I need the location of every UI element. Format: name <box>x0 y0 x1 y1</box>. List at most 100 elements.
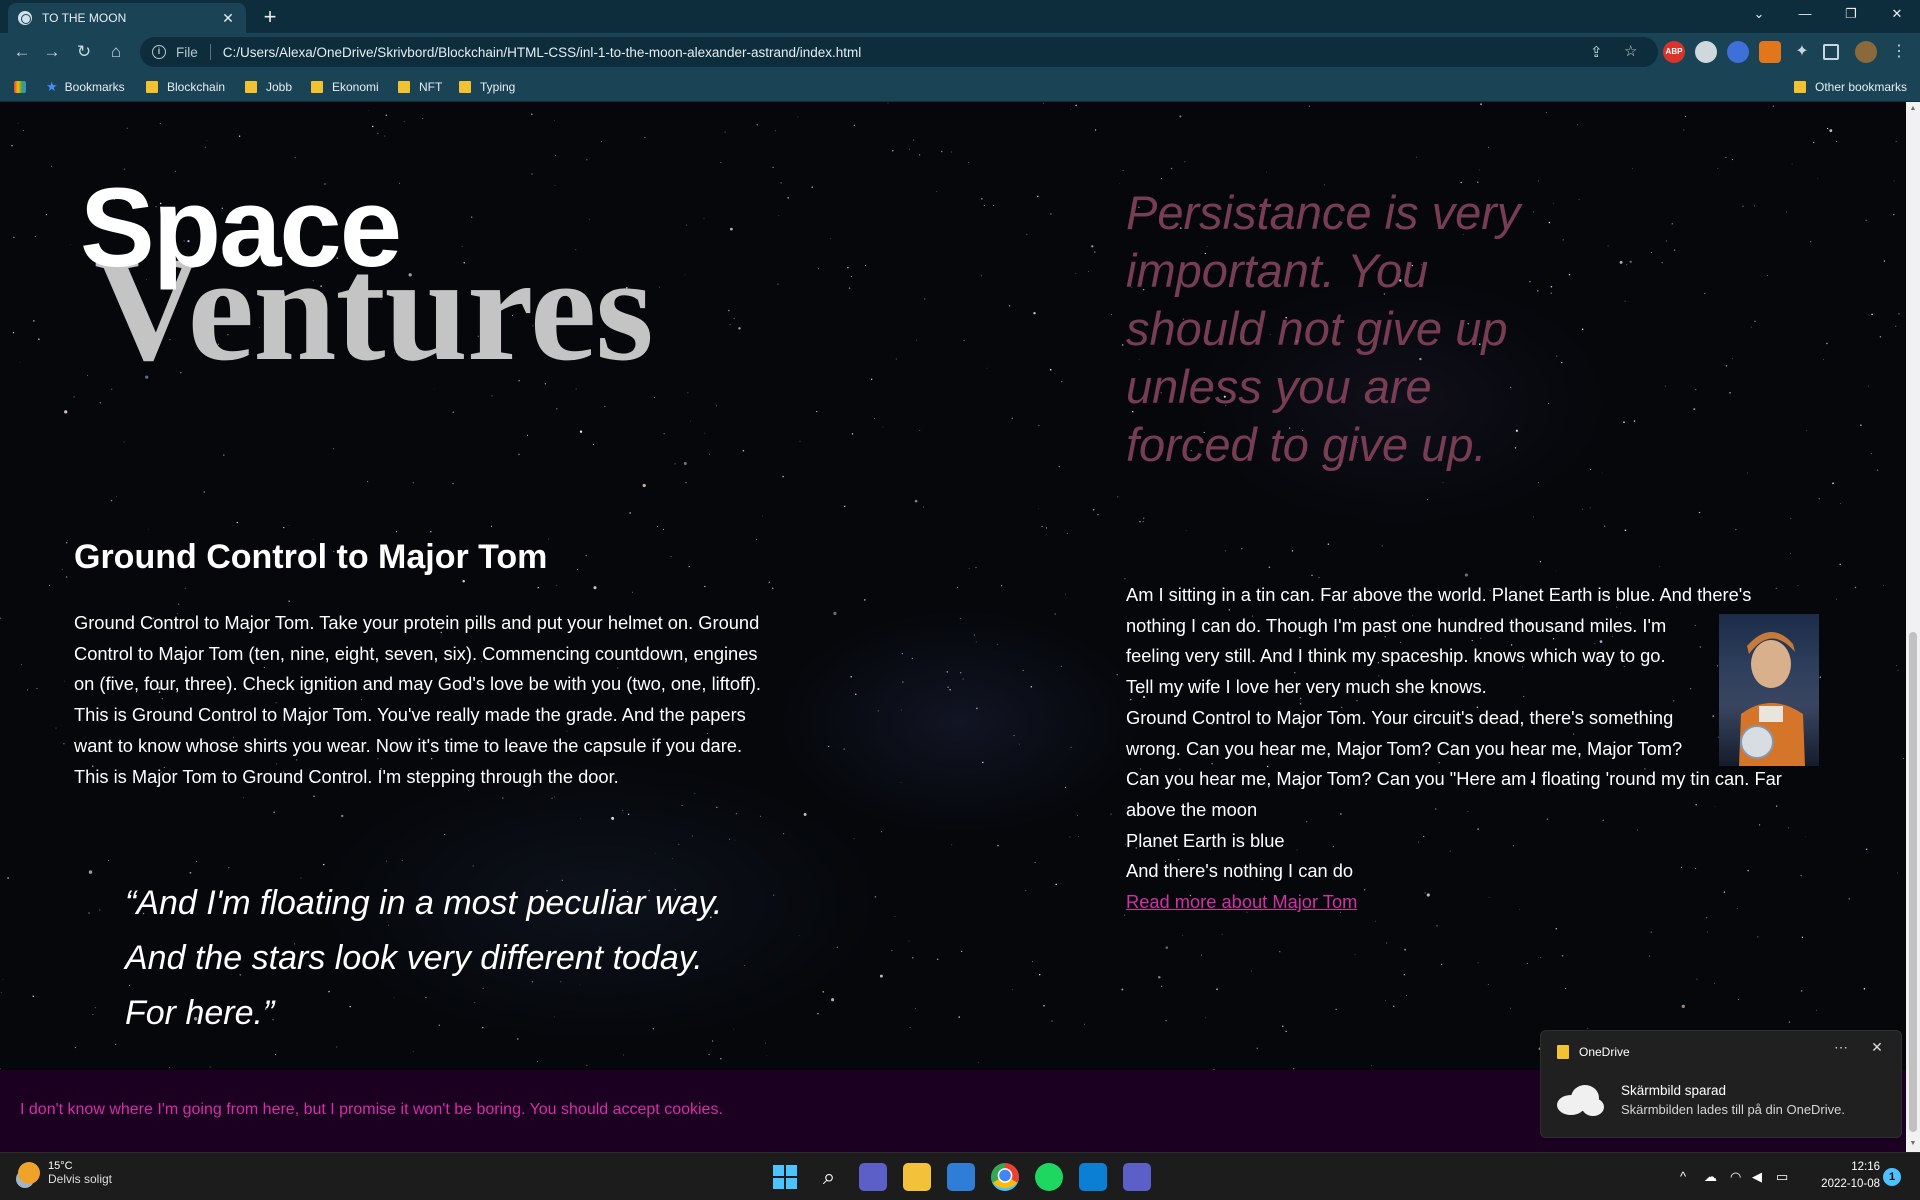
metamask-icon[interactable] <box>1759 41 1781 63</box>
star <box>850 275 852 277</box>
forward-icon[interactable]: → <box>40 40 64 64</box>
scroll-up-icon[interactable]: ▲ <box>1909 105 1917 113</box>
star <box>1069 836 1071 838</box>
chevron-up-icon[interactable]: ^ <box>1680 1169 1686 1184</box>
tab-search-icon[interactable]: ⌄ <box>1736 0 1782 28</box>
close-icon[interactable]: ✕ <box>1865 1039 1889 1061</box>
bookmark-typing[interactable]: Typing <box>459 78 515 96</box>
star <box>688 565 690 568</box>
battery-icon[interactable]: ▭ <box>1776 1169 1788 1185</box>
star <box>760 815 762 817</box>
bookmark-bookmarks[interactable]: ★ Bookmarks <box>46 78 125 96</box>
star <box>1681 1004 1685 1009</box>
star <box>243 797 244 799</box>
star <box>340 814 344 818</box>
star <box>1200 954 1203 956</box>
close-window-button[interactable]: ✕ <box>1874 0 1920 28</box>
file-explorer-icon[interactable] <box>903 1163 931 1191</box>
browser-tab[interactable]: TO THE MOON ✕ <box>8 3 246 33</box>
clock[interactable]: 12:16 2022-10-08 <box>1800 1159 1880 1193</box>
notification-badge[interactable]: 1 <box>1883 1168 1901 1186</box>
star <box>87 374 89 376</box>
minimize-button[interactable]: — <box>1782 0 1828 28</box>
star <box>1266 171 1267 173</box>
adblock-icon[interactable]: ABP <box>1663 41 1685 63</box>
star <box>1064 786 1067 788</box>
extension-icon[interactable] <box>1695 41 1717 63</box>
star <box>881 831 883 833</box>
star <box>1022 669 1024 671</box>
star <box>1385 999 1387 1001</box>
new-tab-button[interactable]: + <box>258 5 282 29</box>
start-icon[interactable] <box>771 1163 799 1191</box>
star <box>2 979 4 980</box>
apps-icon[interactable] <box>14 78 26 96</box>
star <box>1532 516 1534 518</box>
star <box>853 124 855 126</box>
mail-icon[interactable] <box>947 1163 975 1191</box>
reload-icon[interactable]: ↻ <box>72 40 96 64</box>
page-scrollbar[interactable]: ▲ ▼ <box>1906 102 1920 1152</box>
weather-widget[interactable]: 15°C Delvis soligt <box>18 1160 112 1186</box>
star <box>968 162 969 163</box>
star <box>997 844 999 847</box>
star <box>386 860 387 862</box>
star <box>579 818 581 820</box>
bookmark-blockchain[interactable]: Blockchain <box>146 78 225 96</box>
restore-button[interactable]: ❐ <box>1828 0 1874 28</box>
star <box>1119 183 1120 185</box>
bookmark-nft[interactable]: NFT <box>398 78 442 96</box>
volume-icon[interactable]: ◀ <box>1752 1169 1762 1185</box>
info-icon[interactable]: i <box>152 45 166 59</box>
star <box>936 191 938 193</box>
star <box>1717 168 1719 169</box>
star <box>367 481 369 483</box>
chrome-icon[interactable] <box>991 1163 1019 1191</box>
more-options-icon[interactable]: ⋯ <box>1829 1039 1853 1061</box>
star <box>0 617 2 619</box>
star <box>604 405 606 407</box>
extension-icon[interactable] <box>1727 41 1749 63</box>
teams-icon[interactable] <box>1123 1163 1151 1191</box>
onedrive-tray-icon[interactable]: ☁ <box>1704 1169 1717 1185</box>
wifi-icon[interactable]: ◠ <box>1730 1169 1741 1185</box>
bookmark-jobb[interactable]: Jobb <box>245 78 292 96</box>
scroll-down-icon[interactable]: ▼ <box>1909 1140 1917 1148</box>
share-icon[interactable]: ⇪ <box>1590 43 1603 61</box>
onedrive-notification[interactable]: OneDrive ⋯ ✕ Skärmbild sparad Skärmbilde… <box>1540 1030 1902 1138</box>
star <box>238 135 241 137</box>
other-bookmarks[interactable]: Other bookmarks <box>1794 78 1907 96</box>
address-bar[interactable]: i File C:/Users/Alexa/OneDrive/Skrivbord… <box>140 37 1658 67</box>
puzzle-icon[interactable]: ✦ <box>1791 41 1813 63</box>
url-text[interactable]: C:/Users/Alexa/OneDrive/Skrivbord/Blockc… <box>223 45 862 60</box>
read-more-link[interactable]: Read more about Major Tom <box>1126 891 1357 912</box>
star <box>771 587 774 589</box>
bookmark-label: Other bookmarks <box>1815 80 1908 94</box>
bookmark-star-icon[interactable]: ☆ <box>1624 42 1637 60</box>
star <box>228 866 230 869</box>
search-icon[interactable]: ⌕ <box>815 1163 843 1191</box>
avatar[interactable] <box>1855 41 1877 63</box>
star <box>1538 482 1539 484</box>
star <box>1251 970 1253 972</box>
scrollbar-thumb[interactable] <box>1909 632 1917 1132</box>
menu-icon[interactable]: ⋮ <box>1888 41 1910 63</box>
back-icon[interactable]: ← <box>10 40 34 64</box>
star <box>586 1064 588 1066</box>
star <box>1008 304 1011 307</box>
chat-icon[interactable] <box>859 1163 887 1191</box>
close-tab-icon[interactable]: ✕ <box>220 10 236 26</box>
star <box>1732 159 1733 161</box>
star <box>811 186 813 188</box>
spotify-icon[interactable] <box>1035 1163 1063 1191</box>
star <box>586 159 588 161</box>
bookmark-ekonomi[interactable]: Ekonomi <box>311 78 379 96</box>
sidepanel-icon[interactable] <box>1823 44 1839 60</box>
star <box>1895 140 1897 142</box>
star <box>708 1053 710 1056</box>
star <box>918 154 921 156</box>
star <box>1393 1005 1395 1007</box>
vscode-icon[interactable] <box>1079 1163 1107 1191</box>
star <box>1018 743 1020 745</box>
home-icon[interactable]: ⌂ <box>104 40 128 64</box>
